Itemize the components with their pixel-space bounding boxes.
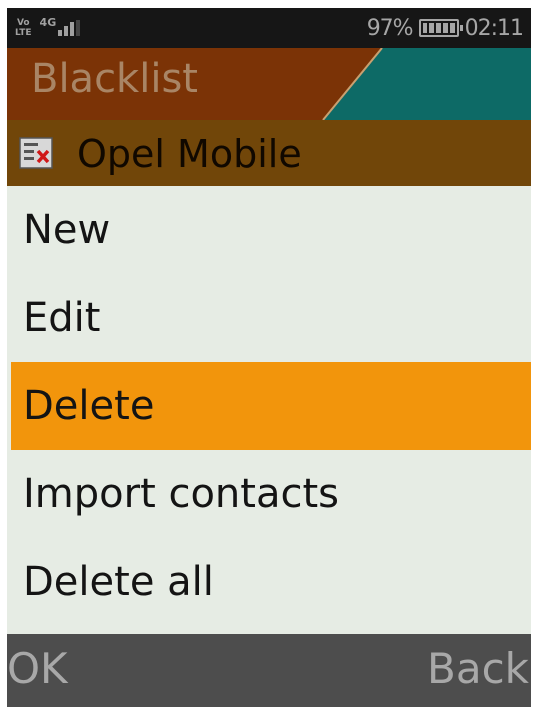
context-title: Opel Mobile [77, 132, 302, 176]
menu-item-delete[interactable]: Delete [11, 362, 531, 450]
menu-item-new[interactable]: New [7, 186, 531, 274]
status-bar: Vo LTE 4G 97% 02:11 [7, 8, 531, 48]
status-right: 97% 02:11 [366, 8, 524, 48]
menu-item-import-contacts[interactable]: Import contacts [7, 450, 531, 538]
battery-percent: 97% [366, 15, 414, 41]
ok-softkey[interactable]: OK [7, 644, 68, 693]
clock: 02:11 [464, 15, 524, 41]
signal-bars-icon [58, 20, 81, 44]
menu-item-edit[interactable]: Edit [7, 274, 531, 362]
battery-icon [418, 19, 463, 37]
title-bar: Blacklist [7, 48, 531, 120]
volte-icon: Vo LTE [15, 18, 32, 38]
blacklist-contact-icon [19, 137, 53, 169]
softkey-bar: OK Back [7, 634, 531, 707]
status-left: Vo LTE 4G [15, 12, 81, 44]
back-softkey[interactable]: Back [427, 644, 529, 693]
options-menu: New Edit Delete Import contacts Delete a… [7, 186, 531, 626]
network-type-label: 4G [39, 16, 57, 29]
page-title: Blacklist [31, 56, 198, 102]
phone-screen: Vo LTE 4G 97% 02:11 Blacklist Opel Mobil… [7, 8, 531, 707]
context-header: Opel Mobile [7, 120, 531, 186]
menu-item-delete-all[interactable]: Delete all [7, 538, 531, 626]
